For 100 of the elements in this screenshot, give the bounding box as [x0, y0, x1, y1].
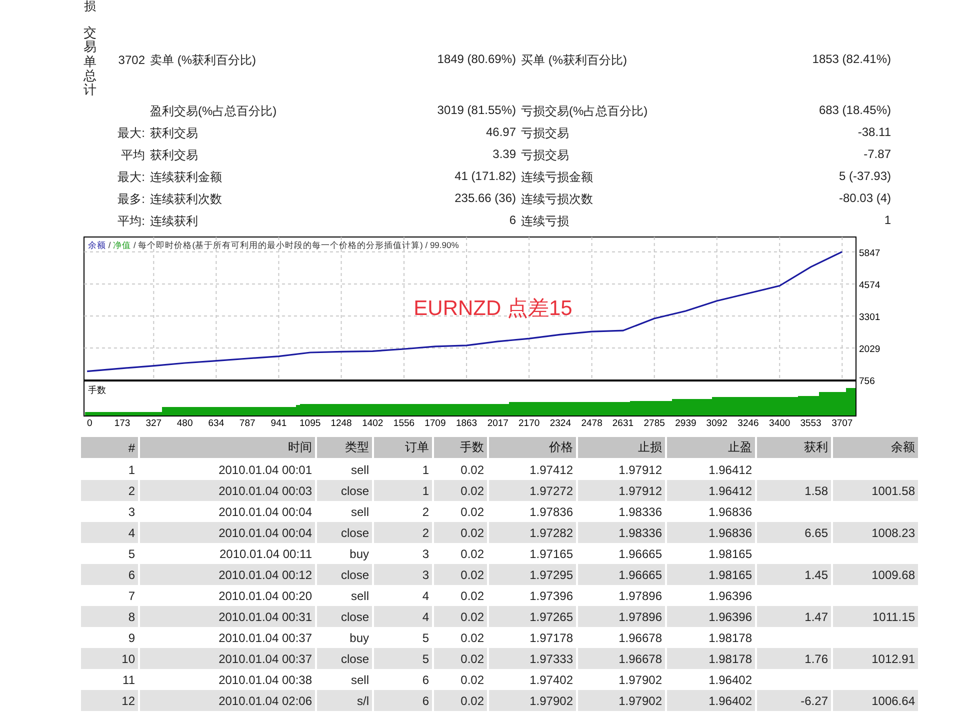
table-cell: 1.97265	[489, 606, 576, 627]
table-cell-text: 1.96836	[708, 504, 753, 520]
axis-tick-label: 0	[87, 418, 92, 429]
stat-label: 亏损交易	[521, 146, 569, 164]
table-cell-text: 1.96665	[618, 546, 663, 562]
table-cell: 1001.58	[833, 480, 918, 501]
table-cell-text: 0.02	[460, 546, 485, 562]
table-cell: 1.97902	[578, 690, 665, 711]
axis-tick-label: 787	[239, 418, 256, 429]
stat-value: 5 (-37.93)	[838, 168, 891, 184]
table-cell-text: 1.97912	[618, 462, 663, 478]
table-cell: 1.97272	[489, 480, 576, 501]
axis-tick-label: 1709	[424, 418, 446, 429]
stat-value: 235.66 (36)	[454, 190, 516, 206]
table-cell: 2	[374, 522, 432, 543]
table-cell: -6.27	[757, 690, 831, 711]
table-cell-text: 1	[127, 462, 136, 478]
axis-tick-label: 3553	[800, 418, 822, 429]
axis-tick-label: 3707	[832, 418, 853, 429]
table-cell: 2010.01.04 00:04	[140, 522, 315, 543]
axis-tick-label: 3301	[859, 312, 880, 323]
table-cell-text: 4	[421, 588, 430, 604]
axis-tick-label: 173	[114, 418, 130, 429]
table-cell-text: sell	[350, 672, 370, 688]
table-cell: 2010.01.04 00:03	[140, 480, 315, 501]
table-cell: 1012.91	[833, 648, 918, 669]
table-cell: 1006.64	[833, 690, 918, 711]
stat-label: 连续亏损金额	[521, 168, 593, 186]
stat-value: 3.39	[492, 146, 516, 162]
axis-tick-label: 756	[859, 376, 875, 387]
stat-label: 最多:	[118, 192, 145, 206]
table-cell-text: 1.98336	[618, 504, 663, 520]
stat-value: 1	[884, 212, 891, 228]
table-cell-text: 1.96402	[708, 672, 753, 688]
axis-tick-label: 2170	[518, 418, 540, 429]
table-cell: 1.96396	[667, 606, 755, 627]
table-cell-text: buy	[348, 546, 370, 562]
axis-tick-label: 2017	[487, 418, 508, 429]
table-cell: 1.47	[757, 606, 831, 627]
axis-tick-label: 1556	[393, 418, 415, 429]
table-cell: 1011.15	[833, 606, 918, 627]
axis-tick-label: 2029	[859, 344, 880, 355]
table-cell-text: 3	[421, 546, 430, 562]
stat-label: 亏损交易(%占总百分比)	[521, 102, 648, 120]
table-cell-text: 2010.01.04 00:11	[218, 546, 313, 562]
table-cell-text: 2010.01.04 00:38	[218, 672, 313, 688]
table-cell: 2010.01.04 00:12	[140, 564, 315, 585]
table-cell: 1.96402	[667, 690, 755, 711]
table-cell: 1.97902	[489, 690, 576, 711]
axis-tick-label: 1402	[362, 418, 384, 429]
table-cell-text: 2	[421, 504, 430, 520]
table-cell: 2010.01.04 00:37	[140, 648, 315, 669]
table-cell: 1.98165	[667, 564, 755, 585]
table-cell: 0.02	[434, 690, 487, 711]
chart-label: EURNZD 点差15	[414, 297, 572, 320]
axis-tick-label: 3092	[706, 418, 728, 429]
table-cell: close	[317, 564, 372, 585]
table-cell: 1.97295	[489, 564, 576, 585]
stat-value: 41 (171.82)	[454, 168, 516, 184]
table-cell-text: 1.97836	[528, 504, 574, 520]
stat-label: 连续亏损次数	[521, 190, 593, 208]
table-cell: 2010.01.04 00:31	[140, 606, 315, 627]
stat-value: 1849 (80.69%)	[437, 52, 516, 68]
stat-value: 3019 (81.55%)	[437, 102, 516, 118]
stat-value: 46.97	[486, 124, 516, 140]
table-cell-text: 1.96412	[708, 462, 753, 478]
table-cell-text: 2010.01.04 00:20	[218, 588, 313, 604]
axis-tick-label: 1248	[330, 418, 352, 429]
stat-value: -80.03 (4)	[838, 190, 891, 206]
axis-tick-label: 2324	[550, 418, 571, 429]
axis-tick-label: 327	[146, 418, 162, 429]
axis-tick-label: 2631	[612, 418, 634, 429]
table-cell: 0.02	[434, 522, 487, 543]
table-cell-text: 1.98165	[708, 546, 753, 562]
axis-tick-label: 1095	[300, 418, 321, 429]
table-cell: 1.97896	[578, 606, 665, 627]
stat-label: 最大:	[118, 170, 145, 184]
table-cell-text: buy	[348, 630, 370, 646]
table-cell: 1.58	[757, 480, 831, 501]
stat-value: 3702	[118, 53, 145, 67]
axis-tick-label: 480	[176, 418, 193, 429]
table-cell: close	[317, 522, 372, 543]
column-header: 类型	[317, 437, 372, 459]
table-cell: 4	[81, 522, 138, 543]
column-header: 时间	[140, 437, 315, 459]
axis-tick-label: 3246	[738, 418, 759, 429]
table-cell: 1.96665	[578, 564, 665, 585]
column-header: #	[81, 437, 138, 459]
section-label: 交易单总计	[84, 26, 96, 98]
table-cell-text: 1.97896	[618, 588, 663, 604]
volume-label: 手数	[88, 385, 106, 395]
table-cell-text: 11	[122, 672, 136, 688]
stat-label: 获利交易	[150, 146, 198, 164]
stat-label: 获利交易	[150, 124, 198, 142]
table-cell: 1.96678	[578, 648, 665, 669]
stat-label: 亏损交易	[521, 124, 569, 142]
axis-tick-label: 5847	[859, 248, 880, 259]
axis-tick-label: 941	[270, 418, 287, 429]
table-cell: 2	[81, 480, 138, 501]
table-cell: 4	[374, 606, 432, 627]
